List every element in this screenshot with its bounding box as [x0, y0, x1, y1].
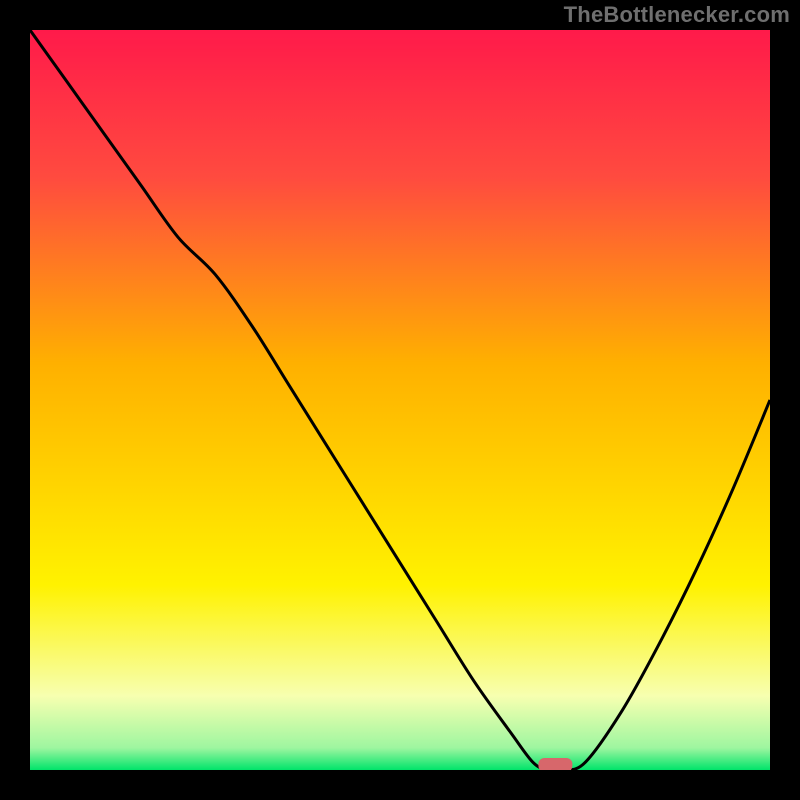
bottleneck-chart: [30, 30, 770, 770]
chart-svg: [30, 30, 770, 770]
optimal-marker: [538, 758, 572, 770]
chart-frame: TheBottlenecker.com: [0, 0, 800, 800]
attribution-text: TheBottlenecker.com: [564, 2, 790, 28]
gradient-background: [30, 30, 770, 770]
